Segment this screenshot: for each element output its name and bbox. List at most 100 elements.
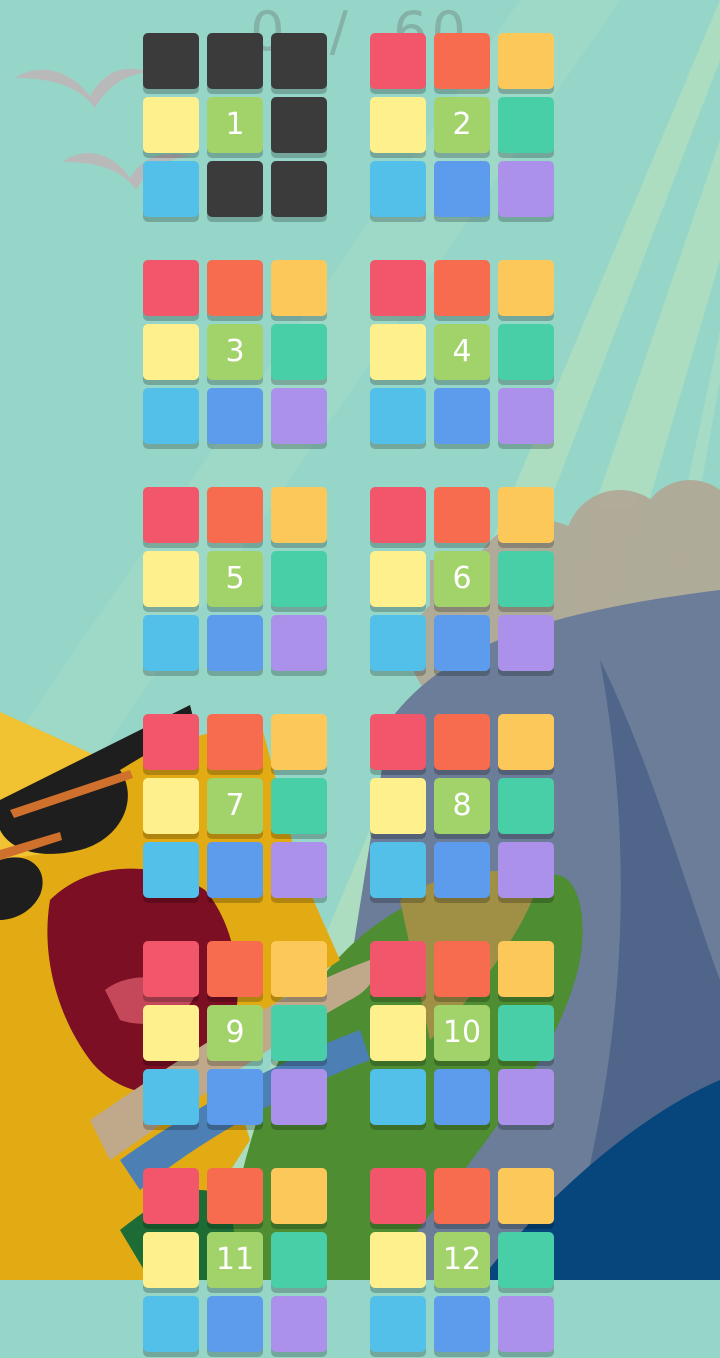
level-number: 3 (225, 334, 245, 369)
level-tile (207, 260, 263, 316)
level-tile (143, 97, 199, 153)
score-counter: 0 / 60 (0, 0, 720, 64)
level-8-button[interactable]: 8 (370, 714, 556, 904)
level-tile (271, 1168, 327, 1224)
level-tile (370, 97, 426, 153)
level-9-button[interactable]: 9 (143, 941, 329, 1131)
level-tile (207, 388, 263, 444)
level-tile (498, 324, 554, 380)
level-4-button[interactable]: 4 (370, 260, 556, 450)
level-tile (498, 1005, 554, 1061)
level-tile (271, 551, 327, 607)
level-tile (434, 1168, 490, 1224)
level-tile (143, 714, 199, 770)
level-tile (207, 941, 263, 997)
level-1-button[interactable]: 1 (143, 33, 329, 223)
level-5-button[interactable]: 5 (143, 487, 329, 677)
level-number: 6 (452, 561, 472, 596)
level-tile (434, 260, 490, 316)
level-tile (498, 97, 554, 153)
level-tile (434, 33, 490, 89)
level-tile (370, 1168, 426, 1224)
level-12-button[interactable]: 12 (370, 1168, 556, 1358)
level-tile (498, 941, 554, 997)
level-tile (271, 1296, 327, 1352)
level-tile (370, 487, 426, 543)
level-tile (271, 1005, 327, 1061)
level-tile (498, 260, 554, 316)
level-tile (143, 1069, 199, 1125)
level-tile (143, 615, 199, 671)
level-number: 5 (225, 561, 245, 596)
level-tile (498, 161, 554, 217)
level-tile (143, 941, 199, 997)
level-tile (143, 161, 199, 217)
level-10-button[interactable]: 10 (370, 941, 556, 1131)
level-number: 9 (225, 1015, 245, 1050)
score-separator: / (329, 0, 352, 63)
level-tile (370, 324, 426, 380)
level-tile (498, 714, 554, 770)
level-tile (370, 551, 426, 607)
level-number: 1 (225, 107, 245, 142)
level-tile (143, 33, 199, 89)
level-tile (271, 33, 327, 89)
level-tile (498, 551, 554, 607)
level-number-tile: 10 (434, 1005, 490, 1061)
level-3-button[interactable]: 3 (143, 260, 329, 450)
level-6-button[interactable]: 6 (370, 487, 556, 677)
level-number: 8 (452, 788, 472, 823)
level-number-tile: 2 (434, 97, 490, 153)
level-tile (498, 388, 554, 444)
level-tile (207, 33, 263, 89)
level-tile (498, 615, 554, 671)
level-tile (271, 97, 327, 153)
background-illustration (0, 0, 720, 1280)
level-7-button[interactable]: 7 (143, 714, 329, 904)
level-tile (207, 487, 263, 543)
level-tile (143, 260, 199, 316)
level-tile (271, 1069, 327, 1125)
level-tile (143, 842, 199, 898)
level-tile (271, 388, 327, 444)
level-tile (370, 1069, 426, 1125)
level-tile (370, 1296, 426, 1352)
level-tile (434, 1296, 490, 1352)
level-tile (370, 778, 426, 834)
level-number-tile: 1 (207, 97, 263, 153)
level-tile (207, 1069, 263, 1125)
level-number-tile: 9 (207, 1005, 263, 1061)
level-tile (207, 1168, 263, 1224)
level-tile (498, 1069, 554, 1125)
level-tile (370, 941, 426, 997)
level-tile (370, 615, 426, 671)
level-tile (498, 778, 554, 834)
level-tile (434, 388, 490, 444)
level-tile (143, 551, 199, 607)
level-tile (434, 941, 490, 997)
level-tile (143, 1168, 199, 1224)
level-tile (143, 487, 199, 543)
level-tile (498, 1168, 554, 1224)
level-tile (271, 487, 327, 543)
level-tile (271, 260, 327, 316)
level-tile (434, 487, 490, 543)
level-tile (271, 941, 327, 997)
level-tile (271, 778, 327, 834)
level-number: 10 (442, 1015, 482, 1050)
level-11-button[interactable]: 11 (143, 1168, 329, 1358)
level-tile (207, 161, 263, 217)
level-tile (370, 842, 426, 898)
level-tile (143, 1296, 199, 1352)
level-tile (498, 1296, 554, 1352)
level-tile (434, 714, 490, 770)
level-tile (498, 33, 554, 89)
level-2-button[interactable]: 2 (370, 33, 556, 223)
level-tile (370, 1005, 426, 1061)
level-tile (271, 324, 327, 380)
level-number: 4 (452, 334, 472, 369)
level-tile (143, 324, 199, 380)
level-tile (498, 487, 554, 543)
level-tile (370, 161, 426, 217)
level-number-tile: 8 (434, 778, 490, 834)
